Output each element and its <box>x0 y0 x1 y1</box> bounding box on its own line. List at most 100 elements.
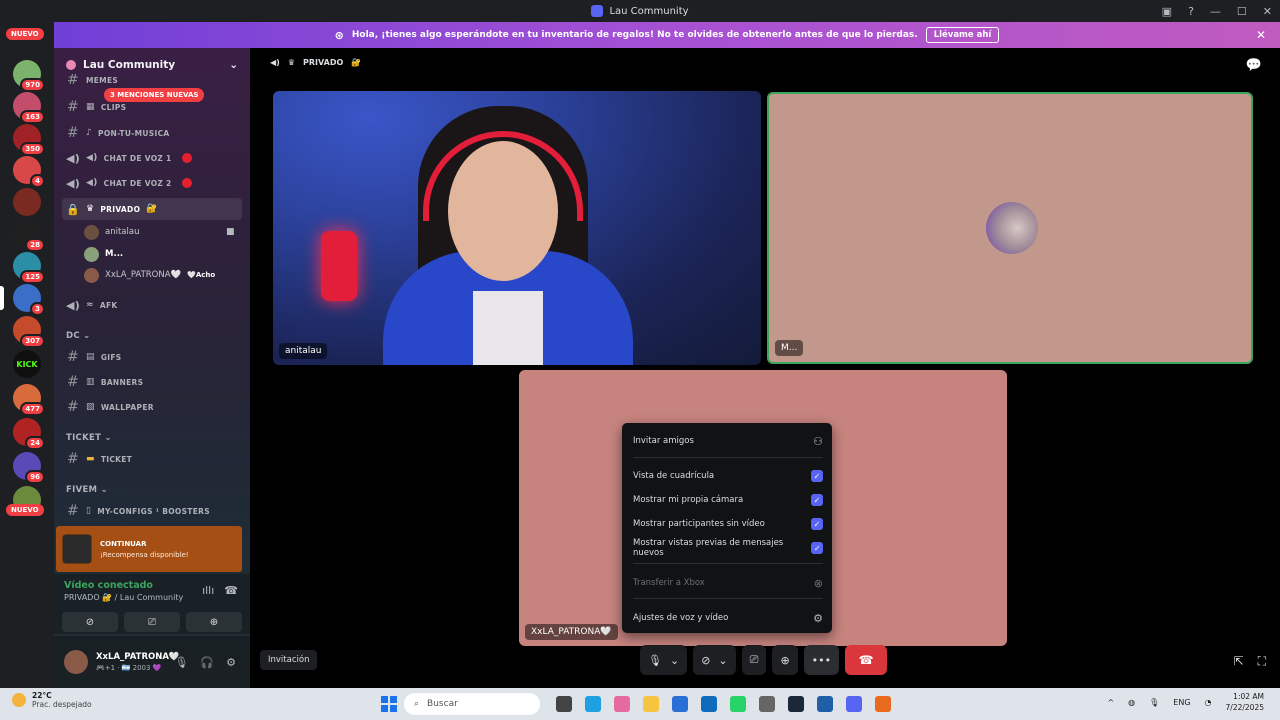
inbox-icon[interactable]: ▣ <box>1162 5 1172 18</box>
server-icon[interactable]: 477 <box>13 384 45 416</box>
channel-memes[interactable]: # MEMES <box>62 74 242 86</box>
steam-icon[interactable] <box>788 696 804 712</box>
gift-icon: ⊛ <box>334 28 344 42</box>
invite-button[interactable]: Invitación <box>260 650 318 670</box>
screen-share-button[interactable]: ⎚ <box>741 645 767 675</box>
server-icon[interactable]: 3 <box>13 284 45 316</box>
server-icon[interactable]: 970 <box>13 60 45 92</box>
reward-card[interactable]: CONTINUAR ¡Recompensa disponible! <box>56 526 242 572</box>
category-ticket[interactable]: TICKET ⌄ <box>66 433 112 443</box>
network-icon[interactable]: ◍ <box>1128 698 1135 707</box>
hang-up-icon: ☎ <box>858 653 874 667</box>
video-tile-anitalau[interactable]: anitalau <box>273 91 761 365</box>
close-icon[interactable]: ✕ <box>1256 28 1266 42</box>
checkbox-checked-icon[interactable]: ✓ <box>811 518 823 530</box>
checkbox-checked-icon[interactable]: ✓ <box>811 494 823 506</box>
channel-gifs[interactable]: # ▤ GIFS <box>62 346 242 368</box>
copilot-icon[interactable] <box>614 696 630 712</box>
menu-show-own-camera[interactable]: Mostrar mi propia cámara ✓ <box>633 490 823 510</box>
chevron-down-icon[interactable]: ⌄ <box>718 654 727 667</box>
chevron-down-icon[interactable]: ⌄ <box>670 654 679 667</box>
category-dc[interactable]: DC ⌄ <box>66 331 91 341</box>
menu-show-non-video[interactable]: Mostrar participantes sin vídeo ✓ <box>633 514 823 534</box>
channel-banners[interactable]: # ▥ BANNERS <box>62 371 242 393</box>
camera-button[interactable]: ⊘ ⌄ <box>693 645 736 675</box>
noise-suppression-icon[interactable]: ıllı <box>202 584 214 597</box>
screen-share-button[interactable]: ⎚ <box>124 612 180 632</box>
file-explorer-icon[interactable] <box>643 696 659 712</box>
gear-icon[interactable]: ⚙ <box>226 656 236 669</box>
menu-invite-friends[interactable]: Invitar amigos ⚇ <box>633 431 823 451</box>
popout-icon[interactable]: ⇱ <box>1234 654 1244 669</box>
voice-user-xxla-patrona[interactable]: XxLA_PATRONA🤍 🤍Acho <box>84 265 215 285</box>
app-icon[interactable] <box>875 696 891 712</box>
server-icon[interactable]: 28 <box>13 220 45 252</box>
voice-user-anitalau[interactable]: anitalau ■ <box>84 222 235 242</box>
checkbox-checked-icon[interactable]: ✓ <box>811 542 823 554</box>
discord-icon[interactable] <box>846 696 862 712</box>
avatar[interactable] <box>64 650 88 674</box>
channel-wallpaper[interactable]: # ▨ WALLPAPER <box>62 396 242 418</box>
microphone-icon[interactable]: 🎙 <box>1149 698 1159 707</box>
server-icon[interactable]: 350 <box>13 124 45 156</box>
chat-bubble-icon[interactable]: 💬 <box>1246 58 1262 73</box>
camera-off-icon: ⊘ <box>701 653 711 667</box>
camera-off-button[interactable]: ⊘ <box>62 612 118 632</box>
close-window-icon[interactable]: ✕ <box>1263 5 1272 18</box>
menu-voice-video-settings[interactable]: Ajustes de voz y vídeo ⚙ <box>633 608 823 628</box>
channel-afk[interactable]: ◀) ≈ AFK <box>62 294 242 316</box>
channel-my-configs[interactable]: # ▯ MY-CONFIGS ¹ BOOSTERS <box>62 500 242 522</box>
category-fivem[interactable]: FIVEM ⌄ <box>66 485 108 495</box>
clock[interactable]: 1:02 AM 7/22/2025 <box>1226 691 1264 713</box>
chevron-up-icon[interactable]: ^ <box>1107 698 1114 707</box>
window-title: Lau Community <box>591 5 689 17</box>
server-icon[interactable]: 24 <box>13 418 45 450</box>
headphones-icon[interactable]: 🎧 <box>200 656 214 669</box>
activity-button[interactable]: ⊕ <box>772 645 798 675</box>
server-icon[interactable]: 163 <box>13 92 45 124</box>
channel-chat-de-voz-1[interactable]: ◀) ◀) CHAT DE VOZ 1 <box>62 147 242 169</box>
microphone-button[interactable]: 🎙 ⌄ <box>640 645 688 675</box>
end-call-button[interactable]: ☎ <box>845 645 888 675</box>
checkbox-checked-icon[interactable]: ✓ <box>811 470 823 482</box>
whatsapp-icon[interactable] <box>730 696 746 712</box>
voice-user-m[interactable]: M... <box>84 244 123 264</box>
taskbar-search[interactable]: ⌕ Buscar <box>404 693 540 715</box>
menu-show-message-previews[interactable]: Mostrar vistas previas de mensajes nuevo… <box>633 538 823 558</box>
disconnect-icon[interactable]: ☎ <box>224 584 238 597</box>
channel-ticket[interactable]: # ▬ TICKET <box>62 448 242 470</box>
wifi-icon[interactable]: ◔ <box>1205 698 1212 707</box>
activity-button[interactable]: ⊕ <box>186 612 242 632</box>
server-icon[interactable]: 96 <box>13 452 45 484</box>
more-options-button[interactable]: ••• <box>803 645 840 675</box>
video-tile-m[interactable]: M... <box>767 92 1253 364</box>
maximize-icon[interactable]: ☐ <box>1237 5 1247 18</box>
server-icon[interactable]: 125 <box>13 252 45 284</box>
weather-widget[interactable]: 22°C Prac. despejado <box>12 691 92 709</box>
settings-icon[interactable] <box>759 696 775 712</box>
gift-inventory-banner: ⊛ Hola, ¡tienes algo esperándote en tu i… <box>54 22 1280 48</box>
server-icon[interactable]: 307 <box>13 316 45 348</box>
menu-grid-view[interactable]: Vista de cuadrícula ✓ <box>633 466 823 486</box>
fullscreen-icon[interactable]: ⛶ <box>1258 654 1266 669</box>
windows-start-icon[interactable] <box>381 696 397 712</box>
language-indicator[interactable]: ENG <box>1173 698 1190 707</box>
outlook-icon[interactable] <box>701 696 717 712</box>
store-icon[interactable] <box>672 696 688 712</box>
banner-cta-button[interactable]: Llévame ahí <box>925 27 1000 43</box>
new-mentions-pill[interactable]: 3 MENCIONES NUEVAS <box>104 88 205 102</box>
help-icon[interactable]: ? <box>1188 5 1194 18</box>
server-icon[interactable] <box>13 188 41 216</box>
hash-icon: # <box>66 374 80 390</box>
photos-icon[interactable] <box>817 696 833 712</box>
minimize-icon[interactable]: — <box>1210 5 1221 18</box>
channel-chat-de-voz-2[interactable]: ◀) ◀) CHAT DE VOZ 2 <box>62 172 242 194</box>
microphone-icon[interactable]: 🎙 <box>174 656 188 669</box>
edge-icon[interactable] <box>585 696 601 712</box>
server-icon[interactable]: 4 <box>13 156 45 188</box>
channel-privado[interactable]: 🔒 ♛ PRIVADO 🔐 <box>62 198 242 220</box>
channel-pon-tu-musica[interactable]: # ♪ PON-TU-MUSICA <box>62 122 242 144</box>
task-view-icon[interactable] <box>556 696 572 712</box>
kick-server-icon[interactable]: KICK <box>13 350 41 378</box>
reward-thumbnail <box>62 534 92 564</box>
